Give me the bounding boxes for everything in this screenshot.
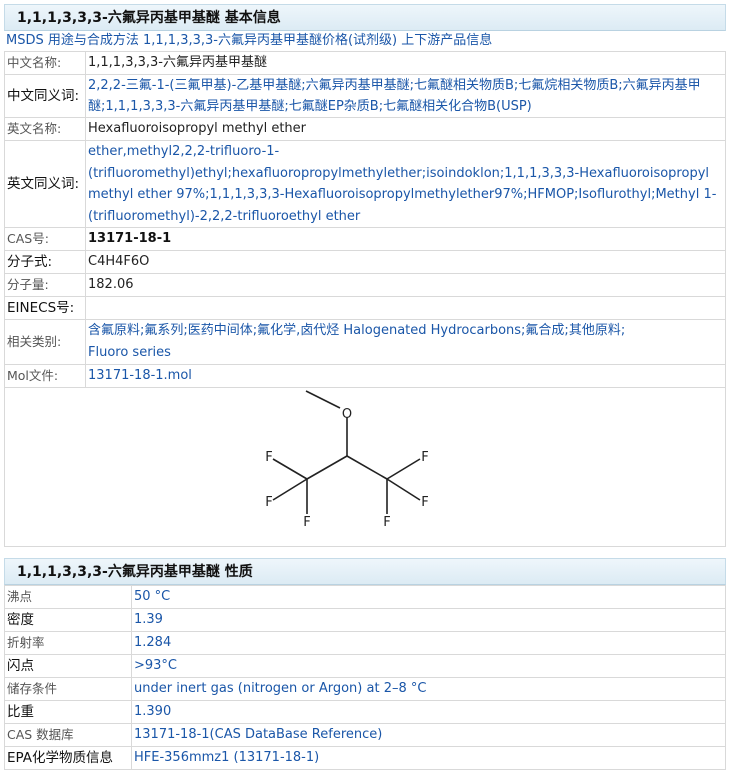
row-value-formula: C4H4F6O xyxy=(85,250,726,274)
table-row: EPA化学物质信息 HFE-356mmz1 (13171-18-1) xyxy=(4,746,726,770)
fluorine-atom: F xyxy=(421,450,428,465)
table-row: O F F F F F F xyxy=(4,387,726,547)
basic-info-table: 中文名称: 1,1,1,3,3,3-六氟异丙基甲基醚 中文同义词: 2,2,2-… xyxy=(4,51,726,547)
table-row: 闪点 >93°C xyxy=(4,654,726,678)
row-label: 英文同义词: xyxy=(4,140,86,228)
table-row: CAS 数据库 13171-18-1(CAS DataBase Referenc… xyxy=(4,723,726,747)
fluorine-atom: F xyxy=(265,495,272,510)
row-value-mol-file[interactable]: 13171-18-1.mol xyxy=(85,364,726,388)
row-label: 分子式: xyxy=(4,250,86,274)
row-value-refractive: 1.284 xyxy=(131,631,726,655)
properties-title: 1,1,1,3,3,3-六氟异丙基甲基醚 性质 xyxy=(4,558,726,585)
row-label: CAS号: xyxy=(4,227,86,251)
row-label: 比重 xyxy=(4,700,132,724)
fluorine-atom: F xyxy=(303,515,310,530)
row-value-epa[interactable]: HFE-356mmz1 (13171-18-1) xyxy=(131,746,726,770)
table-row: 英文同义词: ether,methyl2,2,2-trifluoro-1-(tr… xyxy=(4,140,726,228)
row-label: 中文名称: xyxy=(4,51,86,75)
page: 1,1,1,3,3,3-六氟异丙基甲基醚 基本信息 MSDS 用途与合成方法 1… xyxy=(4,4,726,770)
row-value-cn-synonyms[interactable]: 2,2,2-三氟-1-(三氟甲基)-乙基甲基醚;六氟异丙基甲基醚;七氟醚相关物质… xyxy=(85,74,726,118)
table-row: 相关类别: 含氟原料;氟系列;医药中间体;氟化学,卤代烃 Halogenated… xyxy=(4,319,726,365)
row-label: EINECS号: xyxy=(4,296,86,320)
row-label: 分子量: xyxy=(4,273,86,297)
row-value-en-synonyms[interactable]: ether,methyl2,2,2-trifluoro-1-(trifluoro… xyxy=(85,140,726,228)
category-line-1[interactable]: 含氟原料;氟系列;医药中间体;氟化学,卤代烃 Halogenated Hydro… xyxy=(88,320,723,342)
row-value-bp: 50 °C xyxy=(131,585,726,609)
row-label: 密度 xyxy=(4,608,132,632)
row-value-sg: 1.390 xyxy=(131,700,726,724)
table-row: 分子量: 182.06 xyxy=(4,273,726,297)
row-value-category: 含氟原料;氟系列;医药中间体;氟化学,卤代烃 Halogenated Hydro… xyxy=(85,319,726,365)
table-row: 中文同义词: 2,2,2-三氟-1-(三氟甲基)-乙基甲基醚;六氟异丙基甲基醚;… xyxy=(4,74,726,118)
fluorine-atom: F xyxy=(383,515,390,530)
row-label: 沸点 xyxy=(4,585,132,609)
row-value-storage: under inert gas (nitrogen or Argon) at 2… xyxy=(131,677,726,701)
row-label: 储存条件 xyxy=(4,677,132,701)
table-row: 分子式: C4H4F6O xyxy=(4,250,726,274)
related-links-text[interactable]: MSDS 用途与合成方法 1,1,1,3,3,3-六氟异丙基甲基醚价格(试剂级)… xyxy=(6,33,492,48)
table-row: 密度 1.39 xyxy=(4,608,726,632)
row-label: Mol文件: xyxy=(4,364,86,388)
table-row: 沸点 50 °C xyxy=(4,585,726,609)
basic-info-title: 1,1,1,3,3,3-六氟异丙基甲基醚 基本信息 xyxy=(4,4,726,31)
row-value-cas-db[interactable]: 13171-18-1(CAS DataBase Reference) xyxy=(131,723,726,747)
table-row: Mol文件: 13171-18-1.mol xyxy=(4,364,726,388)
row-value-cn-name: 1,1,1,3,3,3-六氟异丙基甲基醚 xyxy=(85,51,726,75)
structure-cell: O F F F F F F xyxy=(4,387,726,547)
oxygen-atom: O xyxy=(342,407,352,422)
fluorine-atom: F xyxy=(265,450,272,465)
related-links[interactable]: MSDS 用途与合成方法 1,1,1,3,3,3-六氟异丙基甲基醚价格(试剂级)… xyxy=(4,31,726,51)
row-value-en-name: Hexafluoroisopropyl methyl ether xyxy=(85,117,726,141)
row-value-density: 1.39 xyxy=(131,608,726,632)
table-row: 英文名称: Hexafluoroisopropyl methyl ether xyxy=(4,117,726,141)
row-label: CAS 数据库 xyxy=(4,723,132,747)
row-label: 折射率 xyxy=(4,631,132,655)
table-row: EINECS号: xyxy=(4,296,726,320)
category-line-2[interactable]: Fluoro series xyxy=(88,342,723,364)
table-row: CAS号: 13171-18-1 xyxy=(4,227,726,251)
molecule-structure: O F F F F F F xyxy=(265,390,429,530)
row-value-einecs xyxy=(85,296,726,320)
table-row: 折射率 1.284 xyxy=(4,631,726,655)
fluorine-atom: F xyxy=(421,495,428,510)
row-value-cas: 13171-18-1 xyxy=(85,227,726,251)
row-value-mw: 182.06 xyxy=(85,273,726,297)
table-row: 储存条件 under inert gas (nitrogen or Argon)… xyxy=(4,677,726,701)
row-value-flash: >93°C xyxy=(131,654,726,678)
properties-table: 沸点 50 °C 密度 1.39 折射率 1.284 闪点 >93°C 储存条件… xyxy=(4,585,726,770)
row-label: EPA化学物质信息 xyxy=(4,746,132,770)
row-label: 相关类别: xyxy=(4,319,86,365)
table-row: 比重 1.390 xyxy=(4,700,726,724)
row-label: 英文名称: xyxy=(4,117,86,141)
row-label: 闪点 xyxy=(4,654,132,678)
row-label: 中文同义词: xyxy=(4,74,86,118)
table-row: 中文名称: 1,1,1,3,3,3-六氟异丙基甲基醚 xyxy=(4,51,726,75)
